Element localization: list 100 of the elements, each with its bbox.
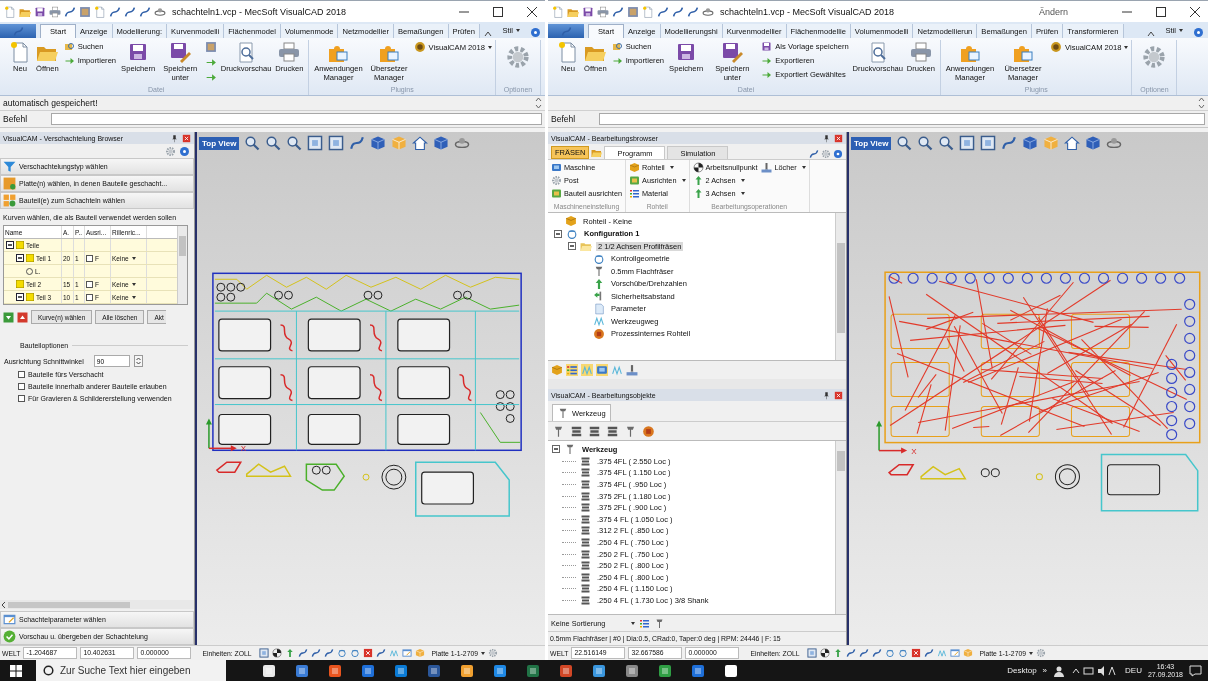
cube-icon[interactable] xyxy=(370,135,387,151)
orbit-icon[interactable] xyxy=(1106,135,1123,151)
tool-icon[interactable] xyxy=(552,424,565,438)
search-field[interactable]: Zur Suche Text hier eingeben xyxy=(36,660,226,681)
scrollbar[interactable] xyxy=(835,213,846,360)
zoom-box-icon[interactable] xyxy=(328,135,345,151)
circle-icon[interactable] xyxy=(336,648,347,658)
printer-icon[interactable] xyxy=(597,5,609,18)
overflow-button[interactable]: » xyxy=(1042,666,1048,675)
app-icon[interactable] xyxy=(691,663,705,678)
app-icon[interactable] xyxy=(460,663,474,678)
pin-icon[interactable] xyxy=(170,133,179,143)
cutter-icon[interactable] xyxy=(606,424,619,438)
checkbox[interactable] xyxy=(86,254,93,262)
app-icon[interactable] xyxy=(658,663,672,678)
floppy-icon[interactable] xyxy=(582,5,594,18)
toggle-icon[interactable] xyxy=(554,229,562,238)
checkbox[interactable] xyxy=(18,371,25,378)
app-icon[interactable] xyxy=(559,663,573,678)
curve-icon[interactable] xyxy=(845,648,856,658)
picture-icon[interactable] xyxy=(627,5,639,18)
collapse-icon[interactable] xyxy=(1147,30,1156,38)
tool-icon[interactable] xyxy=(624,424,637,438)
curve-icon[interactable] xyxy=(124,5,136,18)
orbit-icon[interactable] xyxy=(702,5,714,18)
curve-icon[interactable] xyxy=(64,5,76,18)
curve-icon[interactable] xyxy=(612,5,624,18)
desktop-label[interactable]: Desktop xyxy=(1007,666,1037,675)
app-icon[interactable] xyxy=(493,663,507,678)
toggle-icon[interactable] xyxy=(16,254,24,262)
window-icon[interactable] xyxy=(949,648,960,658)
close-icon[interactable] xyxy=(1190,6,1200,17)
app-icon[interactable] xyxy=(427,663,441,678)
drill-icon[interactable] xyxy=(626,364,638,376)
cube-icon[interactable] xyxy=(551,364,563,376)
down-icon[interactable] xyxy=(3,311,14,323)
home-icon[interactable] xyxy=(1064,135,1081,151)
collapse-icon[interactable] xyxy=(484,30,493,38)
app-icon[interactable] xyxy=(592,663,606,678)
scroll-left-icon[interactable] xyxy=(0,600,8,609)
window-icon[interactable] xyxy=(401,648,412,658)
pin-icon[interactable] xyxy=(822,133,831,143)
help-icon[interactable] xyxy=(179,145,190,157)
zoom-icon[interactable] xyxy=(938,135,955,151)
zoom-box-icon[interactable] xyxy=(307,135,324,151)
floppy-icon[interactable] xyxy=(34,5,46,18)
checkbox[interactable] xyxy=(18,383,25,390)
orbit-icon[interactable] xyxy=(154,5,166,18)
curve-icon[interactable] xyxy=(109,5,121,18)
curve-icon[interactable] xyxy=(310,648,321,658)
tool-icon[interactable] xyxy=(654,617,665,629)
curve-icon[interactable] xyxy=(858,648,869,658)
toggle-icon[interactable] xyxy=(552,445,560,454)
curve-icon[interactable] xyxy=(375,648,386,658)
maximize-icon[interactable] xyxy=(1156,6,1166,17)
circle-icon[interactable] xyxy=(897,648,908,658)
circle-icon[interactable] xyxy=(349,648,360,658)
help-icon[interactable] xyxy=(530,27,541,38)
scroll-arrows-icon[interactable] xyxy=(1198,97,1205,109)
machine-icon[interactable] xyxy=(596,364,608,376)
toggle-icon[interactable] xyxy=(568,242,576,251)
curve-icon[interactable] xyxy=(923,648,934,658)
zoom-icon[interactable] xyxy=(917,135,934,151)
zoom-icon[interactable] xyxy=(265,135,282,151)
zoom-icon[interactable] xyxy=(286,135,303,151)
list-icon[interactable] xyxy=(566,364,578,376)
app-icon[interactable] xyxy=(328,663,342,678)
notification-icon[interactable] xyxy=(1189,664,1202,677)
up-icon[interactable] xyxy=(17,311,28,323)
windows-logo-icon[interactable] xyxy=(10,664,22,677)
app-icon[interactable] xyxy=(724,663,738,678)
orbit-icon[interactable] xyxy=(454,135,471,151)
curve-icon[interactable] xyxy=(687,5,699,18)
origin-icon[interactable] xyxy=(271,648,282,658)
curve-icon[interactable] xyxy=(297,648,308,658)
printer-icon[interactable] xyxy=(49,5,61,18)
zoom-box-icon[interactable] xyxy=(980,135,997,151)
zoom-icon[interactable] xyxy=(896,135,913,151)
picture-icon[interactable] xyxy=(79,5,91,18)
scrollbar[interactable] xyxy=(0,600,194,609)
scrollbar[interactable] xyxy=(177,226,187,304)
app-icon[interactable] xyxy=(394,663,408,678)
curve-icon[interactable] xyxy=(139,5,151,18)
zoom-icon[interactable] xyxy=(244,135,261,151)
curve-icon[interactable] xyxy=(871,648,882,658)
zoom-box-icon[interactable] xyxy=(959,135,976,151)
curve-icon[interactable] xyxy=(657,5,669,18)
curve-icon[interactable] xyxy=(672,5,684,18)
toggle-icon[interactable] xyxy=(6,241,14,249)
cube-icon[interactable] xyxy=(1022,135,1039,151)
command-field[interactable] xyxy=(599,113,1205,125)
stock-icon[interactable] xyxy=(642,424,655,438)
checkbox[interactable] xyxy=(18,395,25,402)
circle-icon[interactable] xyxy=(884,648,895,658)
app-icon[interactable] xyxy=(262,663,276,678)
language-label[interactable]: DEU xyxy=(1125,666,1142,675)
view-label[interactable]: Top View xyxy=(851,136,892,150)
person-icon[interactable] xyxy=(1053,664,1066,677)
cutter-icon[interactable] xyxy=(570,424,583,438)
command-field[interactable] xyxy=(51,113,542,125)
